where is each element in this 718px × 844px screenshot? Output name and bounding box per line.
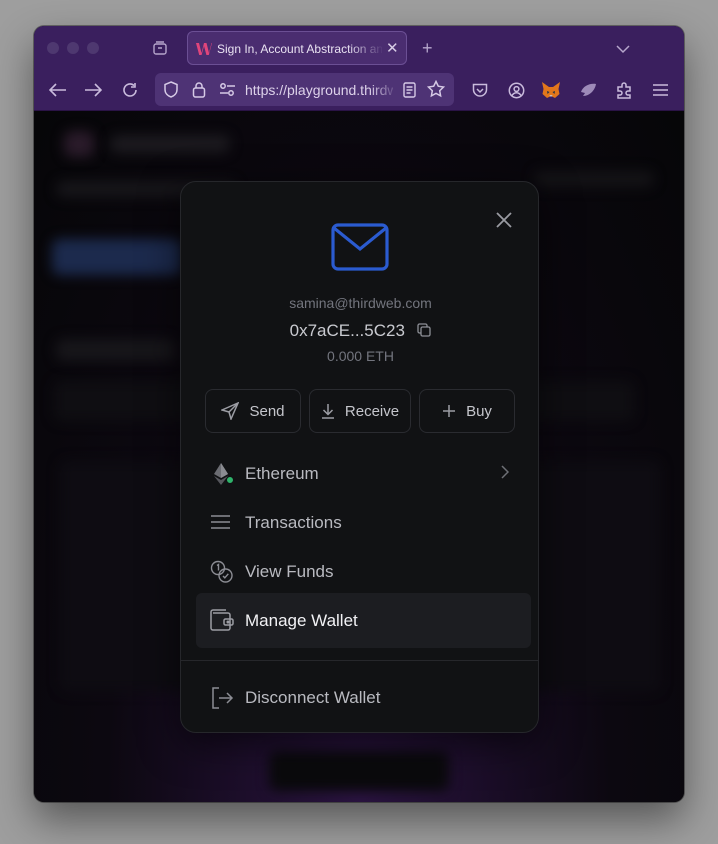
wallet-address: 0x7aCE...5C23 [289, 321, 405, 340]
thirdweb-favicon-icon [196, 42, 212, 56]
close-tab-icon[interactable]: ✕ [386, 39, 399, 57]
wallet-address-row: 0x7aCE...5C23 [181, 321, 540, 343]
back-arrow-icon[interactable] [47, 79, 69, 101]
lock-icon[interactable] [192, 81, 206, 103]
plus-icon [443, 405, 456, 417]
extension-fish-icon[interactable] [577, 79, 599, 101]
network-label: Ethereum [245, 464, 319, 483]
disconnect-wallet-button[interactable]: Disconnect Wallet [196, 670, 531, 725]
send-label: Send [249, 402, 285, 420]
extensions-puzzle-icon[interactable] [613, 79, 635, 101]
maximize-window-button[interactable] [87, 42, 99, 54]
backdrop-text-right [534, 171, 654, 187]
network-selector[interactable]: Ethereum [196, 446, 531, 501]
page-viewport: samina@thirdweb.com 0x7aCE...5C23 0.000 … [34, 111, 684, 802]
site-permissions-icon[interactable] [219, 82, 236, 102]
receive-button[interactable]: Receive [309, 389, 411, 433]
download-icon [321, 404, 334, 419]
disconnect-wallet-label: Disconnect Wallet [245, 688, 381, 707]
list-tabs-chevron-down-icon[interactable] [616, 41, 630, 59]
copy-icon[interactable] [417, 323, 432, 337]
pocket-icon[interactable] [469, 79, 491, 101]
view-funds-label: View Funds [245, 562, 334, 581]
receive-label: Receive [344, 402, 400, 420]
backdrop-logo [64, 131, 94, 157]
address-bar[interactable]: https://playground.thirdweb.com [155, 73, 454, 106]
app-menu-hamburger-icon[interactable] [649, 79, 671, 101]
transactions-label: Transactions [245, 513, 342, 532]
send-icon [221, 402, 240, 420]
buy-label: Buy [466, 402, 492, 420]
manage-wallet-menu-item[interactable]: Manage Wallet [196, 593, 531, 648]
backdrop-heading [56, 339, 176, 361]
account-email: samina@thirdweb.com [289, 295, 432, 311]
wallet-details-modal: samina@thirdweb.com 0x7aCE...5C23 0.000 … [180, 181, 539, 733]
divider [181, 660, 538, 661]
minimize-window-button[interactable] [67, 42, 79, 54]
ethereum-icon [210, 462, 234, 486]
close-window-button[interactable] [47, 42, 59, 54]
metamask-fox-icon[interactable] [540, 79, 562, 101]
new-tab-icon[interactable]: + [422, 38, 433, 59]
wallet-balance: 0.000 ETH [327, 348, 394, 364]
bookmark-star-icon[interactable] [426, 79, 446, 103]
close-icon[interactable] [493, 209, 515, 231]
connected-status-dot [226, 476, 234, 484]
active-tab[interactable]: Sign In, Account Abstraction and ✕ [187, 31, 407, 65]
navigation-toolbar: https://playground.thirdweb.com [34, 70, 684, 111]
exit-icon [210, 686, 234, 710]
browser-window: Sign In, Account Abstraction and ✕ + htt… [34, 26, 684, 802]
reload-icon[interactable] [119, 79, 141, 101]
account-icon[interactable] [505, 79, 527, 101]
email-envelope-icon [331, 223, 389, 271]
forward-arrow-icon[interactable] [82, 79, 104, 101]
manage-wallet-label: Manage Wallet [245, 611, 358, 630]
chevron-right-icon [501, 465, 510, 484]
wallet-icon [210, 609, 234, 633]
tab-groups-icon[interactable] [152, 40, 168, 61]
list-icon [210, 511, 234, 535]
backdrop-footer-button [269, 751, 449, 791]
coins-icon [210, 560, 234, 584]
view-funds-menu-item[interactable]: View Funds [196, 544, 531, 599]
send-button[interactable]: Send [205, 389, 301, 433]
tab-bar: Sign In, Account Abstraction and ✕ + [34, 26, 684, 70]
reader-view-icon[interactable] [403, 82, 416, 103]
buy-button[interactable]: Buy [419, 389, 515, 433]
transactions-menu-item[interactable]: Transactions [196, 495, 531, 550]
backdrop-title [110, 135, 230, 153]
shield-icon[interactable] [163, 81, 179, 103]
backdrop-button [52, 239, 182, 275]
